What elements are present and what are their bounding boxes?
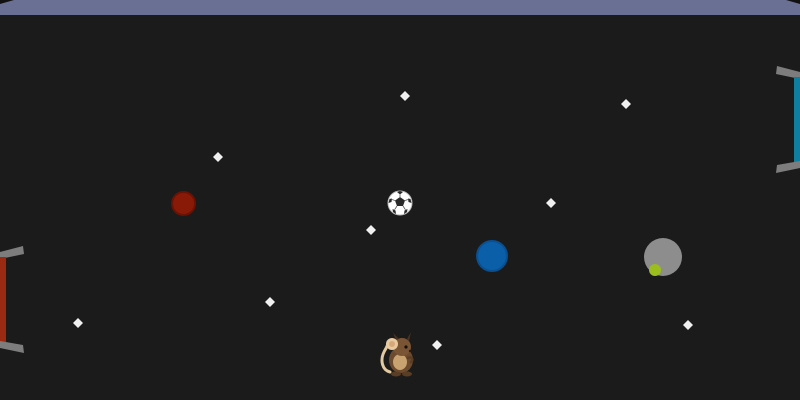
pickup-diamond-icon	[432, 340, 442, 350]
game-field[interactable]	[0, 0, 800, 400]
soccer-ball-icon[interactable]	[384, 187, 416, 219]
top-bar	[0, 0, 800, 15]
red-player-icon[interactable]	[171, 191, 196, 216]
left-goal-net	[0, 257, 6, 343]
mouse-character-icon[interactable]	[376, 330, 420, 380]
pickup-diamond-icon	[265, 297, 275, 307]
left-goal	[0, 242, 28, 358]
pickup-diamond-icon	[73, 318, 83, 328]
right-goal-bottom-post	[776, 161, 800, 173]
left-goal-bottom-post	[0, 341, 24, 353]
left-corner-notch	[0, 0, 14, 4]
blue-player-icon[interactable]	[476, 240, 508, 272]
pickup-diamond-icon	[621, 99, 631, 109]
pickup-diamond-icon	[546, 198, 556, 208]
right-goal	[772, 62, 800, 178]
right-corner-notch	[786, 0, 800, 4]
pickup-diamond-icon	[213, 152, 223, 162]
pickup-diamond-icon	[400, 91, 410, 101]
right-goal-net	[794, 77, 800, 163]
grey-player-accent-dot	[649, 264, 661, 276]
pickup-diamond-icon	[683, 320, 693, 330]
pickup-diamond-icon	[366, 225, 376, 235]
